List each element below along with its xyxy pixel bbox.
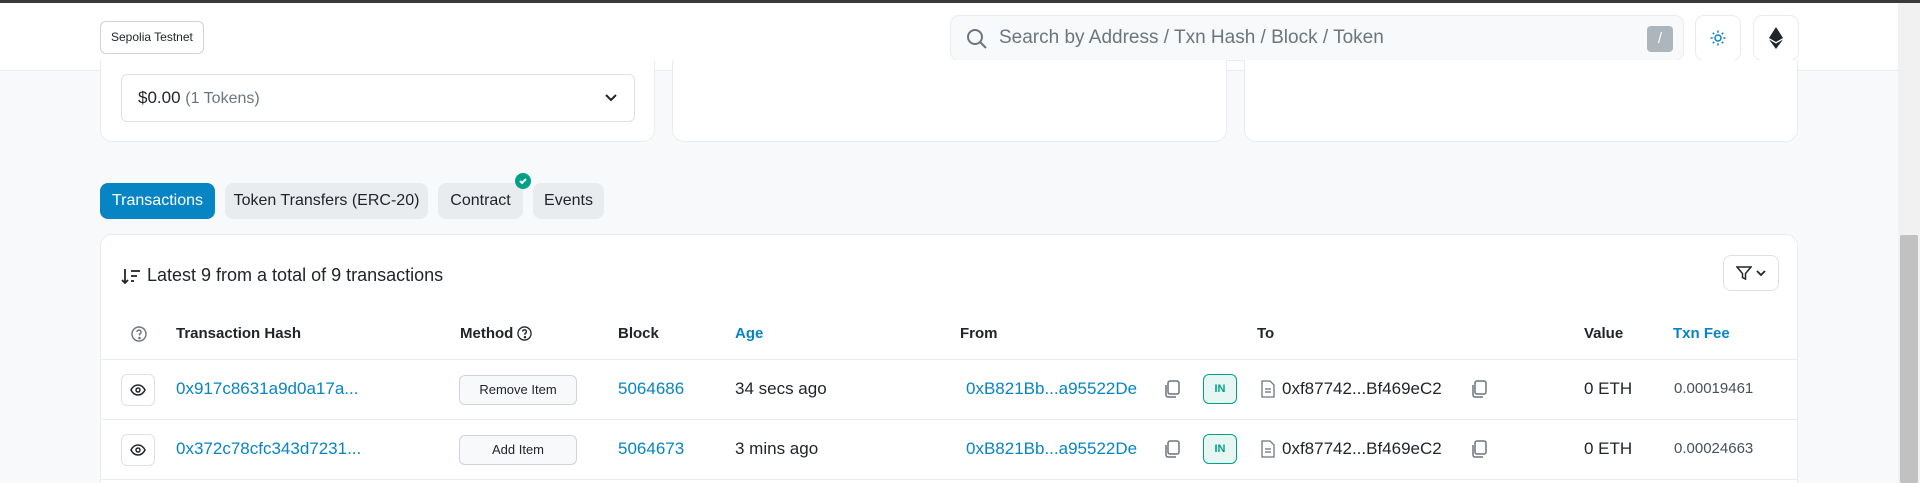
theme-toggle-button[interactable]	[1695, 15, 1741, 61]
from-address-link[interactable]: 0xB821Bb...a95522De	[966, 439, 1137, 459]
checkmark-icon	[519, 178, 527, 185]
contract-file-icon	[1261, 380, 1275, 398]
transactions-panel: Latest 9 from a total of 9 transactions …	[100, 234, 1798, 483]
block-link[interactable]: 5064686	[618, 379, 684, 399]
preview-button[interactable]	[121, 434, 155, 466]
more-info-card	[672, 60, 1227, 142]
ethereum-icon	[1769, 27, 1783, 49]
sun-icon	[1710, 30, 1726, 46]
tab-events[interactable]: Events	[533, 183, 604, 219]
network-badge[interactable]: Sepolia Testnet	[100, 21, 204, 54]
column-header-hash: Transaction Hash	[176, 325, 302, 342]
contract-file-icon	[1261, 440, 1275, 458]
column-header-value: Value	[1584, 325, 1624, 342]
txn-fee-text: 0.00019461	[1674, 380, 1754, 397]
summary-text: Latest 9 from a total of 9 transactions	[147, 265, 444, 285]
column-header-method: Method	[460, 325, 514, 342]
method-badge: Remove Item	[459, 375, 577, 405]
column-header-block: Block	[618, 325, 659, 342]
balance-token-count: (1 Tokens)	[185, 90, 260, 107]
column-header-to: To	[1257, 325, 1275, 342]
chevron-down-icon	[605, 94, 617, 102]
value-text: 0 ETH	[1584, 439, 1633, 458]
transactions-summary: Latest 9 from a total of 9 transactions	[121, 265, 443, 286]
copy-icon[interactable]	[1468, 438, 1490, 460]
filter-icon	[1736, 266, 1752, 281]
multichain-info-card	[1244, 60, 1798, 142]
scrollbar-thumb[interactable]	[1900, 235, 1918, 483]
tab-transactions[interactable]: Transactions	[100, 183, 215, 219]
column-header-age[interactable]: Age	[735, 325, 763, 342]
value-text: 0 ETH	[1584, 379, 1633, 398]
preview-button[interactable]	[121, 374, 155, 406]
overview-card: $0.00 (1 Tokens)	[100, 60, 655, 142]
copy-icon[interactable]	[1161, 378, 1183, 400]
help-icon[interactable]	[131, 326, 147, 342]
column-header-txn-fee[interactable]: Txn Fee	[1673, 325, 1730, 342]
from-address-link[interactable]: 0xB821Bb...a95522De	[966, 379, 1137, 399]
search-shortcut-key: /	[1647, 26, 1673, 52]
token-balance-dropdown[interactable]: $0.00 (1 Tokens)	[121, 74, 635, 122]
block-link[interactable]: 5064673	[618, 439, 684, 459]
search-input[interactable]	[999, 24, 1589, 52]
table-row: 0x917c8631a9d0a17a... Remove Item 506468…	[101, 360, 1797, 420]
balance-value: $0.00	[138, 88, 181, 107]
contract-verified-badge	[515, 173, 531, 189]
age-text: 3 mins ago	[735, 439, 819, 458]
network-switch-button[interactable]	[1753, 15, 1799, 61]
sort-descending-icon	[121, 268, 140, 284]
table-row: 0x372c78cfc343d7231... Add Item 5064673 …	[101, 420, 1797, 480]
txn-fee-text: 0.00024663	[1674, 440, 1754, 457]
to-address-text[interactable]: 0xf87742...Bf469eC2	[1282, 439, 1442, 459]
filter-button[interactable]	[1723, 255, 1779, 291]
tab-token-transfers[interactable]: Token Transfers (ERC-20)	[225, 183, 428, 219]
eye-icon	[130, 444, 146, 456]
age-text: 34 secs ago	[735, 379, 827, 398]
transaction-hash-link[interactable]: 0x372c78cfc343d7231...	[176, 439, 361, 459]
chevron-down-icon	[1756, 270, 1766, 277]
direction-badge: IN	[1203, 374, 1237, 404]
tab-contract[interactable]: Contract	[438, 183, 523, 219]
info-icon[interactable]	[517, 326, 533, 341]
search-icon	[967, 29, 987, 49]
eye-icon	[130, 384, 146, 396]
search-bar[interactable]: /	[950, 15, 1684, 61]
transaction-hash-link[interactable]: 0x917c8631a9d0a17a...	[176, 379, 358, 399]
direction-badge: IN	[1203, 434, 1237, 464]
copy-icon[interactable]	[1468, 378, 1490, 400]
column-header-from: From	[960, 325, 998, 342]
method-badge: Add Item	[459, 435, 577, 465]
column-header-method-group: Method	[460, 325, 533, 342]
copy-icon[interactable]	[1161, 438, 1183, 460]
row-divider	[101, 479, 1797, 480]
to-address-text[interactable]: 0xf87742...Bf469eC2	[1282, 379, 1442, 399]
